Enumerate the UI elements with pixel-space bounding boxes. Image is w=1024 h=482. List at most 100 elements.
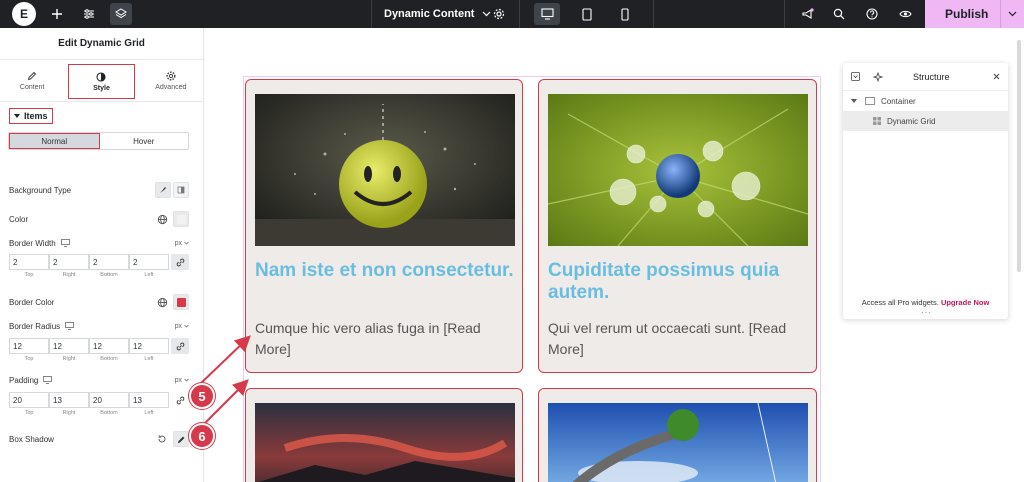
structure-header: Structure bbox=[843, 63, 1008, 91]
panel-tabs: Content Style Advanced bbox=[0, 60, 203, 102]
section-items-toggle[interactable]: Items bbox=[0, 102, 203, 130]
background-type-label: Background Type bbox=[9, 185, 72, 195]
top-bar: E Dynamic Content Publish bbox=[0, 0, 1024, 28]
publish-options-button[interactable] bbox=[1000, 0, 1024, 28]
caption-top: Top bbox=[24, 272, 34, 278]
card-title[interactable]: Nam iste et non consectetur. bbox=[255, 260, 515, 282]
unit-select[interactable]: px bbox=[175, 240, 182, 247]
structure-item-container[interactable]: Container bbox=[843, 91, 1008, 111]
border-color-control: Border Color bbox=[9, 293, 189, 311]
border-width-left[interactable]: 2 bbox=[129, 254, 169, 270]
section-items: Items bbox=[9, 108, 53, 124]
chevron-down-icon bbox=[184, 324, 189, 328]
card-image-tree-sky bbox=[548, 403, 808, 482]
desktop-view-button[interactable] bbox=[534, 3, 560, 25]
pro-upsell: Access all Pro widgets. Upgrade Now bbox=[843, 298, 1008, 307]
box-shadow-label: Box Shadow bbox=[9, 434, 54, 444]
preview-button[interactable] bbox=[894, 3, 916, 25]
reset-icon[interactable] bbox=[157, 434, 167, 444]
grid-card[interactable]: Cupiditate possimus quia autem. Qui vel … bbox=[538, 79, 817, 373]
link-values-button[interactable] bbox=[171, 338, 189, 354]
plus-icon bbox=[52, 9, 62, 19]
border-width-right[interactable]: 2 bbox=[49, 254, 89, 270]
link-values-button[interactable] bbox=[171, 392, 189, 408]
page-settings-button[interactable] bbox=[488, 3, 510, 25]
globe-icon[interactable] bbox=[157, 297, 168, 308]
padding-top[interactable]: 20 bbox=[9, 392, 49, 408]
page-title: Dynamic Content bbox=[384, 8, 475, 20]
border-color-label: Border Color bbox=[9, 297, 55, 307]
caption-left: Left bbox=[144, 272, 154, 278]
caption-left: Left bbox=[144, 410, 154, 416]
add-element-button[interactable] bbox=[46, 3, 68, 25]
caption-top: Top bbox=[24, 356, 34, 362]
grid-card[interactable] bbox=[538, 388, 817, 482]
padding-right[interactable]: 13 bbox=[49, 392, 89, 408]
annotation-badge-5: 5 bbox=[189, 383, 215, 409]
grid-card[interactable]: Nam iste et non consectetur. Cumque hic … bbox=[245, 79, 523, 373]
close-icon[interactable] bbox=[993, 73, 1000, 80]
tab-style[interactable]: Style bbox=[68, 64, 135, 99]
padding-header: Padding px bbox=[9, 371, 189, 389]
tab-content[interactable]: Content bbox=[0, 60, 64, 101]
page-title-dropdown[interactable]: Dynamic Content bbox=[384, 0, 491, 28]
publish-button[interactable]: Publish bbox=[925, 0, 1024, 28]
desktop-icon bbox=[60, 239, 70, 247]
state-tabs: Normal Hover bbox=[8, 132, 189, 150]
upgrade-now-link[interactable]: Upgrade Now bbox=[941, 298, 989, 307]
padding-bottom[interactable]: 20 bbox=[89, 392, 129, 408]
classic-background-button[interactable] bbox=[155, 182, 171, 198]
border-radius-bottom[interactable]: 12 bbox=[89, 338, 129, 354]
border-radius-top[interactable]: 12 bbox=[9, 338, 49, 354]
drag-handle-icon[interactable]: ··· bbox=[921, 308, 932, 317]
structure-panel: Structure Container Dynamic Grid Access … bbox=[843, 63, 1008, 319]
globe-icon[interactable] bbox=[157, 214, 168, 225]
border-color-swatch[interactable] bbox=[173, 294, 189, 310]
border-width-bottom[interactable]: 2 bbox=[89, 254, 129, 270]
edit-box-shadow-button[interactable] bbox=[173, 431, 189, 447]
border-radius-left[interactable]: 12 bbox=[129, 338, 169, 354]
tab-advanced[interactable]: Advanced bbox=[139, 60, 203, 101]
state-tab-hover[interactable]: Hover bbox=[100, 133, 189, 149]
card-excerpt: Qui vel rerum ut occaecati sunt. [Read M… bbox=[548, 320, 787, 357]
structure-item-dynamic-grid[interactable]: Dynamic Grid bbox=[843, 111, 1008, 131]
site-settings-button[interactable] bbox=[78, 3, 100, 25]
elementor-logo-icon[interactable]: E bbox=[12, 2, 36, 26]
caption-top: Top bbox=[24, 410, 34, 416]
tablet-view-button[interactable] bbox=[574, 3, 600, 25]
state-tab-normal[interactable]: Normal bbox=[9, 133, 100, 149]
link-icon bbox=[176, 396, 184, 404]
search-button[interactable] bbox=[828, 3, 850, 25]
padding-left[interactable]: 13 bbox=[129, 392, 169, 408]
canvas-scrollbar[interactable] bbox=[1017, 40, 1021, 272]
caption-right: Right bbox=[62, 272, 76, 278]
whats-new-button[interactable] bbox=[796, 3, 818, 25]
pro-upsell-text: Access all Pro widgets. bbox=[861, 298, 939, 307]
mobile-icon bbox=[621, 7, 629, 21]
unit-select[interactable]: px bbox=[175, 377, 182, 384]
color-swatch[interactable] bbox=[173, 211, 189, 227]
link-values-button[interactable] bbox=[171, 254, 189, 270]
link-icon bbox=[176, 342, 184, 350]
sparkle-icon[interactable] bbox=[873, 71, 883, 82]
unit-select[interactable]: px bbox=[175, 323, 182, 330]
structure-button[interactable] bbox=[110, 3, 132, 25]
annotation-badge-6: 6 bbox=[189, 423, 215, 449]
panel-toggle-icon[interactable] bbox=[851, 72, 860, 81]
gradient-background-button[interactable] bbox=[173, 182, 189, 198]
color-preview bbox=[176, 214, 186, 224]
border-radius-right[interactable]: 12 bbox=[49, 338, 89, 354]
help-button[interactable] bbox=[861, 3, 883, 25]
mobile-view-button[interactable] bbox=[612, 3, 638, 25]
grid-icon bbox=[873, 117, 881, 125]
desktop-icon bbox=[540, 8, 554, 20]
border-width-top[interactable]: 2 bbox=[9, 254, 49, 270]
brush-icon bbox=[160, 187, 166, 193]
section-label: Items bbox=[24, 111, 48, 121]
card-title[interactable]: Cupiditate possimus quia autem. bbox=[548, 260, 808, 304]
grid-card[interactable] bbox=[245, 388, 523, 482]
layers-icon bbox=[115, 8, 127, 19]
chevron-down-icon bbox=[1008, 11, 1017, 17]
chevron-down-icon bbox=[184, 241, 189, 245]
border-radius-header: Border Radius px bbox=[9, 317, 189, 335]
